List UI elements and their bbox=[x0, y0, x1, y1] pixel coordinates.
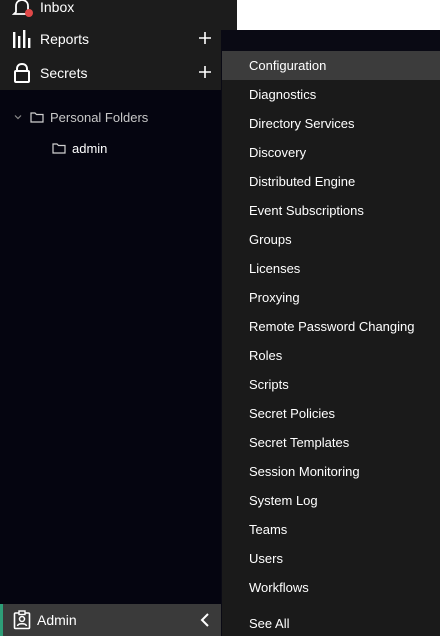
nav-item-admin[interactable]: Admin bbox=[0, 604, 221, 636]
nav-item-secrets[interactable]: Secrets bbox=[0, 56, 221, 90]
menu-item-secret-templates[interactable]: Secret Templates bbox=[222, 428, 440, 457]
admin-badge-icon bbox=[13, 610, 31, 630]
menu-item-distributed-engine[interactable]: Distributed Engine bbox=[222, 167, 440, 196]
active-indicator bbox=[0, 604, 3, 636]
admin-flyout-menu: Configuration Diagnostics Directory Serv… bbox=[222, 51, 440, 636]
nav-item-label: Inbox bbox=[40, 0, 75, 15]
nav-item-reports[interactable]: Reports bbox=[0, 22, 221, 56]
content-area bbox=[237, 0, 440, 30]
menu-item-see-all[interactable]: See All bbox=[222, 609, 440, 636]
menu-item-directory-services[interactable]: Directory Services bbox=[222, 109, 440, 138]
chevron-down-icon[interactable] bbox=[12, 111, 24, 123]
folder-icon bbox=[30, 110, 44, 124]
menu-item-licenses[interactable]: Licenses bbox=[222, 254, 440, 283]
tree-folder-label: admin bbox=[72, 140, 108, 156]
menu-item-roles[interactable]: Roles bbox=[222, 341, 440, 370]
nav-item-label: Admin bbox=[37, 612, 77, 628]
add-secret-icon[interactable] bbox=[197, 64, 213, 80]
menu-item-groups[interactable]: Groups bbox=[222, 225, 440, 254]
top-bar bbox=[221, 0, 440, 30]
menu-item-teams[interactable]: Teams bbox=[222, 515, 440, 544]
lock-icon bbox=[11, 62, 33, 84]
tree-folder-personal[interactable]: Personal Folders bbox=[12, 108, 148, 126]
bar-chart-icon bbox=[11, 28, 33, 50]
tree-folder-label: Personal Folders bbox=[50, 109, 149, 125]
nav-item-label: Reports bbox=[40, 31, 90, 47]
menu-item-workflows[interactable]: Workflows bbox=[222, 573, 440, 602]
menu-item-proxying[interactable]: Proxying bbox=[222, 283, 440, 312]
nav-item-inbox[interactable]: Inbox bbox=[0, 0, 221, 24]
app-root: Inbox Reports Secrets Personal Folders a… bbox=[0, 0, 440, 636]
menu-item-discovery[interactable]: Discovery bbox=[222, 138, 440, 167]
menu-item-configuration[interactable]: Configuration bbox=[222, 51, 440, 80]
menu-item-remote-password-changing[interactable]: Remote Password Changing bbox=[222, 312, 440, 341]
sidebar: Inbox Reports Secrets Personal Folders a… bbox=[0, 0, 221, 636]
nav-item-label: Secrets bbox=[40, 65, 88, 81]
menu-item-secret-policies[interactable]: Secret Policies bbox=[222, 399, 440, 428]
menu-item-session-monitoring[interactable]: Session Monitoring bbox=[222, 457, 440, 486]
menu-item-users[interactable]: Users bbox=[222, 544, 440, 573]
bell-icon bbox=[11, 0, 33, 18]
tree-folder-admin[interactable]: admin bbox=[52, 139, 107, 157]
menu-item-system-log[interactable]: System Log bbox=[222, 486, 440, 515]
add-report-icon[interactable] bbox=[197, 30, 213, 46]
chevron-left-icon[interactable] bbox=[199, 612, 211, 628]
menu-item-event-subscriptions[interactable]: Event Subscriptions bbox=[222, 196, 440, 225]
menu-item-diagnostics[interactable]: Diagnostics bbox=[222, 80, 440, 109]
folder-icon bbox=[52, 141, 66, 155]
menu-item-scripts[interactable]: Scripts bbox=[222, 370, 440, 399]
